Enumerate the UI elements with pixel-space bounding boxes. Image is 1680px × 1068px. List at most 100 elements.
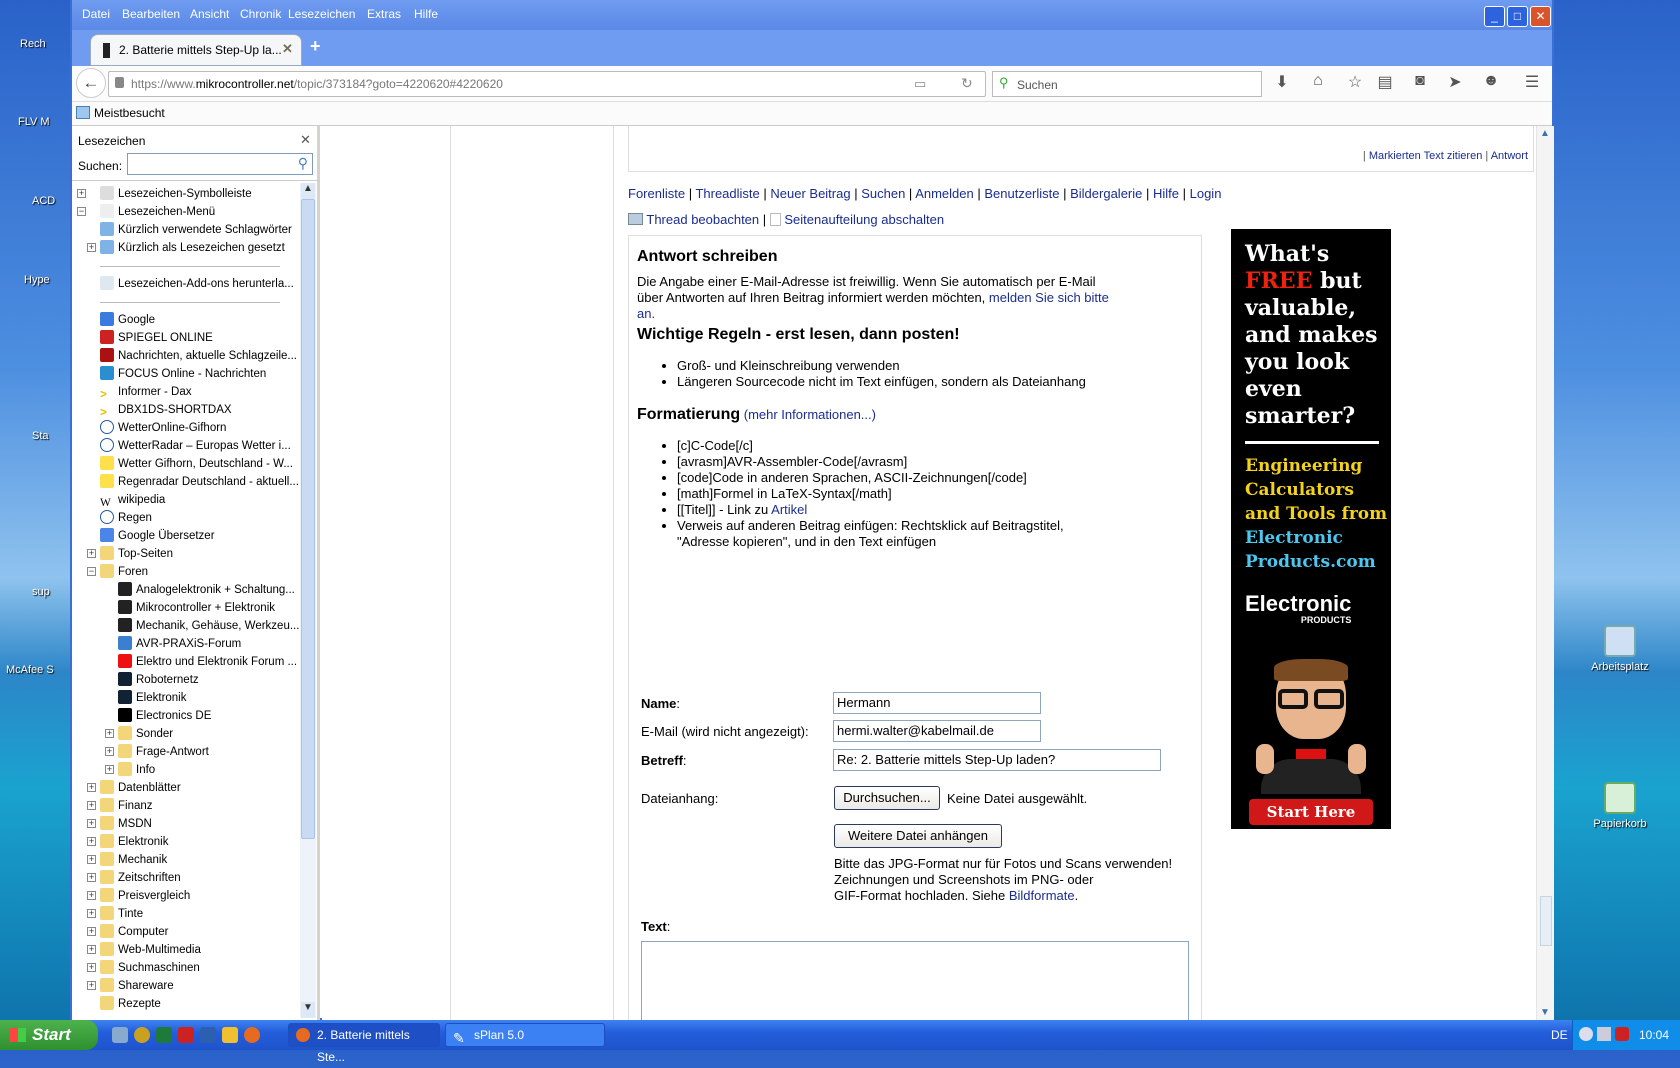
expand-icon[interactable]: + <box>87 981 96 990</box>
page-scrollbar[interactable]: ▲ ▼ <box>1536 126 1554 1020</box>
bookmark-item[interactable]: SPIEGEL ONLINE <box>100 329 213 347</box>
forum-nav-link[interactable]: Login <box>1190 186 1222 201</box>
expand-icon[interactable]: + <box>87 945 96 954</box>
bookmark-star-icon[interactable]: ☆ <box>1344 72 1366 92</box>
menu-bearbeiten[interactable]: Bearbeiten <box>122 7 180 21</box>
bookmark-item[interactable]: Electronics DE <box>118 707 211 725</box>
bookmark-item[interactable]: + Suchmaschinen <box>87 959 200 977</box>
expand-icon[interactable]: + <box>87 963 96 972</box>
expand-icon[interactable]: + <box>105 747 114 756</box>
bookmark-item[interactable]: − Lesezeichen-Menü <box>77 203 215 221</box>
bookmark-item[interactable]: + MSDN <box>87 815 152 833</box>
bookmark-item[interactable]: Regen <box>100 509 152 527</box>
image-formats-link[interactable]: Bildformate <box>1009 888 1075 903</box>
menu-ansicht[interactable]: Ansicht <box>190 7 229 21</box>
expand-icon[interactable]: + <box>87 927 96 936</box>
desktop-icon-arbeitsplatz[interactable]: Arbeitsplatz <box>1575 625 1665 673</box>
bookmark-item[interactable]: + Finanz <box>87 797 153 815</box>
bookmark-item[interactable]: Elektronik <box>118 689 187 707</box>
hamburger-menu-icon[interactable]: ☰ <box>1521 72 1543 92</box>
most-visited-item[interactable]: Meistbesucht <box>76 106 165 120</box>
bookmark-item[interactable]: Elektro und Elektronik Forum ... <box>118 653 297 671</box>
start-button[interactable]: Start <box>0 1020 98 1050</box>
forum-nav-link[interactable]: Hilfe <box>1153 186 1179 201</box>
bookmark-item[interactable]: + Lesezeichen-Symbolleiste <box>77 185 252 203</box>
bookmark-item[interactable]: + Elektronik <box>87 833 169 851</box>
expand-icon[interactable]: + <box>77 189 86 198</box>
bookmark-item[interactable]: + Shareware <box>87 977 174 995</box>
language-indicator[interactable]: DE <box>1551 1028 1568 1042</box>
expand-icon[interactable]: + <box>87 855 96 864</box>
email-input[interactable]: hermi.walter@kabelmail.de <box>833 720 1041 742</box>
collapse-icon[interactable]: − <box>77 207 86 216</box>
bookmark-item[interactable]: + Frage-Antwort <box>105 743 209 761</box>
back-button[interactable]: ← <box>76 68 106 98</box>
forum-nav-link[interactable]: Anmelden <box>915 186 974 201</box>
bookmark-item[interactable]: FOCUS Online - Nachrichten <box>100 365 266 383</box>
expand-icon[interactable]: + <box>87 783 96 792</box>
quicklaunch-icon[interactable] <box>222 1027 238 1043</box>
bookmark-item[interactable]: + Preisvergleich <box>87 887 190 905</box>
forum-nav-link[interactable]: Bildergalerie <box>1070 186 1142 201</box>
quote-selected-link[interactable]: Markierten Text zitieren <box>1369 150 1483 162</box>
bookmark-item[interactable]: Google <box>100 311 155 329</box>
bookmark-item[interactable]: Wwikipedia <box>100 491 165 509</box>
ad-start-here-button[interactable]: Start Here <box>1249 799 1373 825</box>
bookmarks-list-icon[interactable]: ▤ <box>1374 72 1396 92</box>
bookmark-item[interactable]: Nachrichten, aktuelle Schlagzeile... <box>100 347 297 365</box>
reader-view-icon[interactable]: ▭ <box>914 76 926 92</box>
bookmark-item[interactable]: − Foren <box>87 563 148 581</box>
forum-nav-link[interactable]: Forenliste <box>628 186 685 201</box>
expand-icon[interactable]: + <box>87 837 96 846</box>
forum-nav-link[interactable]: Threadliste <box>695 186 759 201</box>
pocket-icon[interactable]: ◙ <box>1409 72 1431 90</box>
maximize-button[interactable]: □ <box>1507 6 1528 27</box>
home-icon[interactable]: ⌂ <box>1307 72 1329 90</box>
menu-chronik[interactable]: Chronik <box>240 7 281 21</box>
collapse-icon[interactable]: − <box>87 567 96 576</box>
sidebar-search-input[interactable]: ⚲ <box>127 153 313 175</box>
bookmark-item[interactable]: + Datenblätter <box>87 779 181 797</box>
bookmark-item[interactable]: Analogelektronik + Schaltung... <box>118 581 295 599</box>
desktop-icon[interactable]: ACD <box>32 195 72 207</box>
expand-icon[interactable]: + <box>87 891 96 900</box>
bookmark-item[interactable]: Lesezeichen-Add-ons herunterla... <box>100 275 294 293</box>
expand-icon[interactable]: + <box>87 801 96 810</box>
bookmark-item[interactable]: Mikrocontroller + Elektronik <box>118 599 275 617</box>
bookmark-item[interactable]: Google Übersetzer <box>100 527 215 545</box>
bookmark-item[interactable]: + Top-Seiten <box>87 545 173 563</box>
close-window-button[interactable]: ✕ <box>1530 6 1551 27</box>
expand-icon[interactable]: + <box>87 243 96 252</box>
bookmark-item[interactable]: Rezepte <box>100 995 161 1013</box>
bookmark-item[interactable]: Wetter Gifhorn, Deutschland - W... <box>100 455 293 473</box>
expand-icon[interactable]: + <box>105 729 114 738</box>
reload-icon[interactable]: ↻ <box>961 75 973 92</box>
send-icon[interactable]: ➤ <box>1444 72 1466 92</box>
word-icon[interactable] <box>200 1027 216 1043</box>
menu-hilfe[interactable]: Hilfe <box>414 7 438 21</box>
smiley-icon[interactable]: ☻ <box>1480 72 1502 90</box>
desktop-icon-papierkorb[interactable]: Papierkorb <box>1575 782 1665 830</box>
bookmark-item[interactable]: Regenradar Deutschland - aktuell... <box>100 473 299 491</box>
firefox-icon[interactable] <box>244 1027 260 1043</box>
bookmark-item[interactable]: + Sonder <box>105 725 173 743</box>
desktop-icon[interactable]: FLV M <box>18 116 78 128</box>
forum-nav-link[interactable]: Suchen <box>861 186 905 201</box>
tab-active[interactable]: 2. Batterie mittels Step-Up la... ✕ <box>90 34 302 66</box>
login-link[interactable]: melden Sie sich bitte <box>989 290 1109 305</box>
search-bar[interactable]: ⚲ Suchen <box>992 71 1262 97</box>
expand-icon[interactable]: + <box>87 873 96 882</box>
download-icon[interactable]: ⬇ <box>1271 72 1293 92</box>
expand-icon[interactable]: + <box>105 765 114 774</box>
bookmark-item[interactable]: Roboternetz <box>118 671 199 689</box>
desktop-icon[interactable]: Hype <box>24 274 74 286</box>
article-link[interactable]: Artikel <box>771 502 807 517</box>
new-tab-button[interactable]: + <box>310 36 321 57</box>
quicklaunch-icon[interactable] <box>112 1027 128 1043</box>
login-link[interactable]: an. <box>637 306 655 321</box>
bookmark-item[interactable]: + Zeitschriften <box>87 869 181 887</box>
close-sidebar-icon[interactable]: ✕ <box>300 132 311 148</box>
expand-icon[interactable]: + <box>87 549 96 558</box>
bookmark-item[interactable]: AVR-PRAXiS-Forum <box>118 635 241 653</box>
add-file-button[interactable]: Weitere Datei anhängen <box>834 824 1002 848</box>
